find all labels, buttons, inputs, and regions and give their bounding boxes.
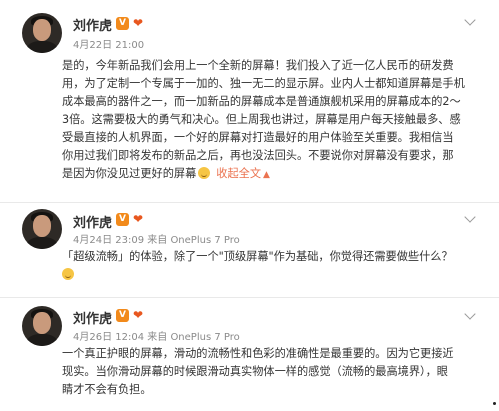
post-line: 受最直接的人机界面，一个好的屏幕对打造最好的用户体验至关重要。我相信当 [62,131,454,144]
avatar[interactable] [22,209,62,249]
post-last-line [62,266,484,284]
smile-emoji-icon [198,167,211,179]
post-body: 「超级流畅」的体验，除了一个"顶级屏幕"作为基础，你觉得还需要做些什么？ [62,248,484,284]
post-line: 「超级流畅」的体验，除了一个"顶级屏幕"作为基础，你觉得还需要做些什么？ [62,250,453,263]
verified-v-icon: V [116,17,129,30]
chevron-down-icon[interactable] [464,308,476,320]
post-line: 3倍。这需要极大的勇气和决心。但上周我也讲过，屏幕是用户每天接触最多、感 [62,113,461,126]
verified-v-icon: V [116,213,129,226]
avatar[interactable] [22,306,62,346]
heart-badge-icon: ❤ [133,16,144,30]
post-line: 是的，今年新品我们会用上一个全新的屏幕！我们投入了近一亿人民币的研发费 [62,59,454,72]
post-last-line: 是因为你没见过更好的屏幕 收起全文 ▲ [62,165,484,183]
post-line: 用，为了定制一个专属于一加的、独一无二的显示屏。业内人士都知道屏幕是手机 [62,77,465,90]
post-line: 成本最高的器件之一，而一加新品的屏幕成本是普通旗舰机采用的屏幕成本的2～ [62,95,461,108]
post-line: 现实。当你滑动屏幕的时候跟滑动真实物体一样的感觉（流畅的最高境界），眼 [62,365,448,378]
heart-badge-icon: ❤ [133,212,144,226]
author-name[interactable]: 刘作虎 [73,15,112,34]
chevron-down-icon[interactable] [464,211,476,223]
verified-v-icon: V [116,309,129,322]
author-name[interactable]: 刘作虎 [73,212,112,231]
avatar[interactable] [22,13,62,53]
post-line: 是因为你没见过更好的屏幕 [62,167,197,180]
post-body: 一个真正护眼的屏幕，滑动的流畅性和色彩的准确性是最重要的。因为它更接近 现实。当… [62,345,484,399]
heart-badge-icon: ❤ [133,308,144,322]
post-timestamp[interactable]: 4月22日 21:00 [73,36,144,51]
collapse-link[interactable]: 收起全文 [216,167,261,180]
post-timestamp[interactable]: 4月24日 23:09 来自 OnePlus 7 Pro [73,231,240,246]
collapse-up-icon[interactable]: ▲ [263,170,270,180]
divider [0,202,499,203]
corner-dot [493,402,496,405]
post-line: 睛才不会有负担。 [62,383,152,396]
chevron-down-icon[interactable] [464,14,476,26]
divider [0,297,499,298]
post-line: 一个真正护眼的屏幕，滑动的流畅性和色彩的准确性是最重要的。因为它更接近 [62,347,454,360]
post-line: 你用过我们即将发布的新品之后，再也没法回头。不要说你对屏幕没有要求，那 [62,149,454,162]
author-name[interactable]: 刘作虎 [73,308,112,327]
post-timestamp[interactable]: 4月26日 12:04 来自 OnePlus 7 Pro [73,328,240,343]
smile-emoji-icon [62,268,74,280]
post-body: 是的，今年新品我们会用上一个全新的屏幕！我们投入了近一亿人民币的研发费 用，为了… [62,57,484,183]
